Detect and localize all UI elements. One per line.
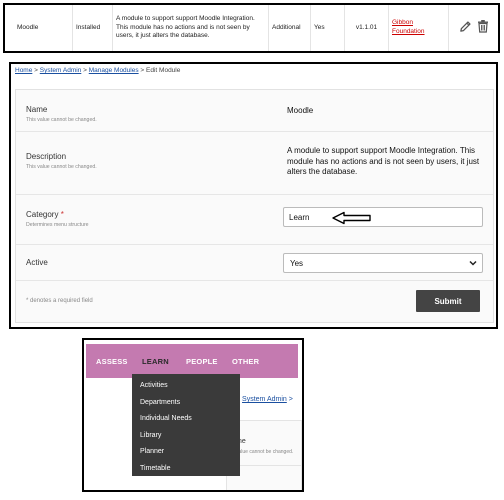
active-row: Active Yes bbox=[16, 245, 493, 281]
breadcrumb-separator: > bbox=[34, 67, 38, 74]
background-breadcrumb: > System Admin > bbox=[236, 396, 293, 403]
description-value: A module to support support Moodle Integ… bbox=[287, 146, 480, 176]
background-note-fragment: value cannot be changed. bbox=[236, 449, 294, 455]
module-type-cell: Additional bbox=[269, 5, 311, 51]
menu-item-library[interactable]: Library bbox=[132, 428, 240, 445]
required-mark: * bbox=[60, 210, 64, 219]
required-note: * denotes a required field bbox=[26, 298, 93, 304]
menu-item-individual-needs[interactable]: Individual Needs bbox=[132, 411, 240, 428]
author-link[interactable]: Gibbon Foundation bbox=[392, 19, 445, 36]
active-select[interactable]: Yes bbox=[283, 253, 483, 273]
module-list-row-panel: Moodle Installed A module to support sup… bbox=[3, 3, 500, 53]
nav-item-other[interactable]: OTHER bbox=[232, 357, 259, 366]
module-version-cell: v1.1.01 bbox=[345, 5, 389, 51]
learn-dropdown-menu: Activities Departments Individual Needs … bbox=[132, 374, 240, 476]
edit-icon[interactable] bbox=[459, 20, 472, 37]
description-label: Description bbox=[26, 152, 67, 161]
module-author-cell: Gibbon Foundation bbox=[389, 5, 449, 51]
nav-menu-panel: > System Admin > me value cannot be chan… bbox=[82, 338, 304, 492]
module-description-cell: A module to support support Moodle Integ… bbox=[113, 5, 269, 51]
menu-item-activities[interactable]: Activities bbox=[132, 378, 240, 395]
category-note: Determines menu structure bbox=[26, 222, 89, 228]
nav-item-assess[interactable]: ASSESS bbox=[96, 357, 128, 366]
edit-module-form: Name This value cannot be changed. Moodl… bbox=[15, 89, 494, 323]
menu-item-timetable[interactable]: Timetable bbox=[132, 461, 240, 478]
nav-item-learn[interactable]: LEARN bbox=[142, 357, 169, 366]
breadcrumb-current: Edit Module bbox=[146, 67, 181, 74]
category-label: Category * bbox=[26, 210, 64, 219]
name-value: Moodle bbox=[287, 106, 314, 115]
breadcrumb-manage-modules-link[interactable]: Manage Modules bbox=[89, 67, 139, 74]
module-status-cell: Installed bbox=[73, 5, 113, 51]
menu-item-planner[interactable]: Planner bbox=[132, 444, 240, 461]
description-row: Description This value cannot be changed… bbox=[16, 132, 493, 195]
breadcrumb-separator: > bbox=[140, 67, 145, 74]
nav-item-people[interactable]: PEOPLE bbox=[186, 357, 218, 366]
breadcrumb-home-link[interactable]: Home bbox=[15, 67, 32, 74]
background-breadcrumb-link[interactable]: System Admin bbox=[242, 396, 287, 403]
category-row: Category * Determines menu structure Lea… bbox=[16, 195, 493, 245]
active-select-value: Yes bbox=[290, 259, 304, 268]
delete-icon[interactable] bbox=[477, 19, 489, 37]
name-note: This value cannot be changed. bbox=[26, 117, 97, 123]
name-row: Name This value cannot be changed. Moodl… bbox=[16, 90, 493, 132]
name-label: Name bbox=[26, 105, 48, 114]
category-input[interactable]: Learn bbox=[283, 207, 483, 227]
module-active-cell: Yes bbox=[311, 5, 345, 51]
module-actions-cell bbox=[449, 5, 498, 51]
category-label-text: Category bbox=[26, 210, 59, 219]
breadcrumb-separator: > bbox=[83, 67, 87, 74]
main-nav-bar: ASSESS LEARN PEOPLE OTHER bbox=[86, 344, 298, 378]
description-note: This value cannot be changed. bbox=[26, 164, 97, 170]
submit-button[interactable]: Submit bbox=[416, 290, 480, 312]
pointer-arrow-icon bbox=[332, 211, 372, 230]
background-breadcrumb-end: > bbox=[288, 396, 293, 403]
breadcrumb-system-admin-link[interactable]: System Admin bbox=[40, 67, 82, 74]
table-row: Moodle Installed A module to support sup… bbox=[5, 5, 498, 51]
module-name-cell: Moodle bbox=[5, 5, 73, 51]
form-footer: * denotes a required field Submit bbox=[16, 281, 493, 323]
active-label: Active bbox=[26, 258, 48, 267]
chevron-down-icon bbox=[469, 259, 477, 269]
menu-item-departments[interactable]: Departments bbox=[132, 395, 240, 412]
edit-module-panel: Home > System Admin > Manage Modules > E… bbox=[9, 62, 498, 329]
breadcrumb: Home > System Admin > Manage Modules > E… bbox=[15, 67, 180, 74]
